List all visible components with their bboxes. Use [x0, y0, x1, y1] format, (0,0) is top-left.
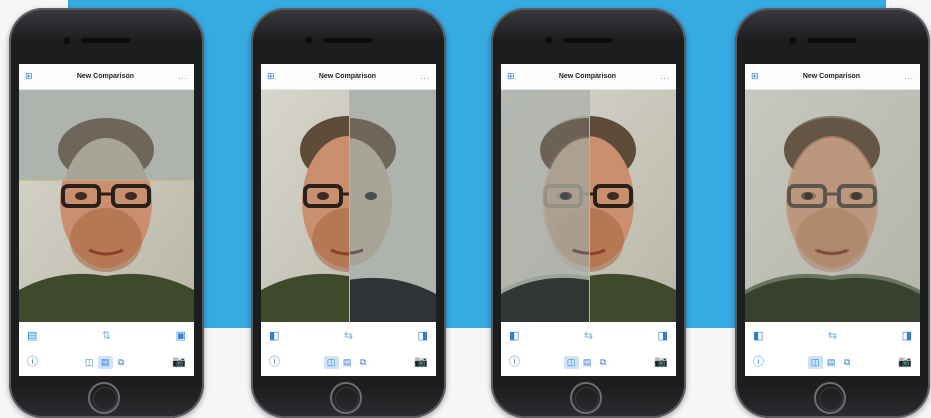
screen: ⊞ New Comparison ... ◧ ⇆ ◨ ⓘ ◫ ▤ ⧉ 📷 [501, 64, 676, 376]
screen: ⊞ New Comparison ... ◧ ⇆ ◨ ⓘ ◫ ▤ ⧉ 📷 [745, 64, 920, 376]
nav-title: New Comparison [558, 73, 617, 80]
comparison-photo[interactable] [19, 90, 194, 322]
navigation-bar: ⊞ New Comparison ... [501, 64, 676, 90]
home-button[interactable] [570, 382, 602, 414]
split-top-icon[interactable]: ▤ [27, 330, 37, 342]
toolbar: ▤ ⇅ ▣ ⓘ ◫ ▤ ⧉ 📷 [19, 322, 194, 376]
mode-vertical-button[interactable]: ◫ [807, 355, 823, 369]
earpiece [563, 38, 613, 43]
home-button[interactable] [330, 382, 362, 414]
split-left-icon[interactable]: ◧ [269, 330, 279, 342]
more-button[interactable]: ... [904, 72, 914, 81]
front-camera [63, 37, 70, 44]
mode-horizontal-button[interactable]: ▤ [580, 356, 595, 369]
screen: ⊞ New Comparison ... ▤ ⇅ ▣ ⓘ ◫ ▤ ⧉ 📷 [19, 64, 194, 376]
nav-title: New Comparison [318, 73, 377, 80]
swap-horizontal-icon[interactable]: ⇆ [828, 330, 837, 342]
swap-horizontal-icon[interactable]: ⇆ [584, 330, 593, 342]
photo-after-overlay [349, 90, 436, 322]
mode-segmented-control: ◫ ▤ ⧉ [323, 355, 371, 369]
camera-icon[interactable]: 📷 [414, 356, 428, 368]
earpiece [807, 38, 857, 43]
front-camera [545, 37, 552, 44]
phone-4: ⊞ New Comparison ... ◧ ⇆ ◨ ⓘ ◫ ▤ ⧉ 📷 [735, 8, 930, 418]
mode-horizontal-button[interactable]: ▤ [340, 356, 355, 369]
phone-3: ⊞ New Comparison ... ◧ ⇆ ◨ ⓘ ◫ ▤ ⧉ 📷 [491, 8, 686, 418]
split-left-icon[interactable]: ◧ [509, 330, 519, 342]
mode-horizontal-button[interactable]: ▤ [97, 355, 113, 369]
grid-icon[interactable]: ⊞ [507, 72, 515, 81]
mode-horizontal-button[interactable]: ▤ [824, 356, 839, 369]
camera-icon[interactable]: 📷 [654, 356, 668, 368]
comparison-photo[interactable] [261, 90, 436, 322]
split-bottom-icon[interactable]: ▣ [176, 330, 186, 342]
info-icon[interactable]: ⓘ [269, 356, 280, 368]
split-right-icon[interactable]: ◨ [658, 330, 668, 342]
more-button[interactable]: ... [178, 72, 188, 81]
toolbar: ◧ ⇆ ◨ ⓘ ◫ ▤ ⧉ 📷 [745, 322, 920, 376]
split-left-icon[interactable]: ◧ [753, 330, 763, 342]
front-camera [789, 37, 796, 44]
home-button[interactable] [814, 382, 846, 414]
mode-vertical-button[interactable]: ◫ [323, 355, 339, 369]
mode-segmented-control: ◫ ▤ ⧉ [82, 355, 129, 369]
comparison-photo[interactable] [501, 90, 676, 322]
swap-horizontal-icon[interactable]: ⇆ [344, 330, 353, 342]
photo-after-overlay [745, 90, 920, 322]
camera-icon[interactable]: 📷 [172, 356, 186, 368]
phone-2: ⊞ New Comparison ... ◧ ⇆ ◨ ⓘ ◫ ▤ ⧉ 📷 [251, 8, 446, 418]
photo-after-overlay [501, 90, 589, 322]
split-right-icon[interactable]: ◨ [418, 330, 428, 342]
mode-overlay-button[interactable]: ⧉ [114, 356, 129, 369]
nav-title: New Comparison [802, 73, 861, 80]
more-button[interactable]: ... [420, 72, 430, 81]
screen: ⊞ New Comparison ... ◧ ⇆ ◨ ⓘ ◫ ▤ ⧉ 📷 [261, 64, 436, 376]
nav-title: New Comparison [76, 73, 135, 80]
earpiece [81, 38, 131, 43]
comparison-photo[interactable] [745, 90, 920, 322]
front-camera [305, 37, 312, 44]
toolbar: ◧ ⇆ ◨ ⓘ ◫ ▤ ⧉ 📷 [261, 322, 436, 376]
info-icon[interactable]: ⓘ [27, 356, 38, 368]
grid-icon[interactable]: ⊞ [751, 72, 759, 81]
grid-icon[interactable]: ⊞ [25, 72, 33, 81]
mode-overlay-button[interactable]: ⧉ [356, 356, 371, 369]
info-icon[interactable]: ⓘ [509, 356, 520, 368]
split-divider[interactable] [349, 90, 350, 322]
mode-segmented-control: ◫ ▤ ⧉ [807, 355, 855, 369]
split-divider[interactable] [19, 180, 194, 181]
split-divider[interactable] [589, 90, 590, 322]
toolbar: ◧ ⇆ ◨ ⓘ ◫ ▤ ⧉ 📷 [501, 322, 676, 376]
photo-after-overlay [19, 90, 194, 180]
navigation-bar: ⊞ New Comparison ... [261, 64, 436, 90]
mode-overlay-button[interactable]: ⧉ [840, 356, 855, 369]
more-button[interactable]: ... [660, 72, 670, 81]
split-right-icon[interactable]: ◨ [902, 330, 912, 342]
home-button[interactable] [88, 382, 120, 414]
earpiece [323, 38, 373, 43]
grid-icon[interactable]: ⊞ [267, 72, 275, 81]
phone-1: ⊞ New Comparison ... ▤ ⇅ ▣ ⓘ ◫ ▤ ⧉ 📷 [9, 8, 204, 418]
mode-vertical-button[interactable]: ◫ [563, 355, 579, 369]
mode-vertical-button[interactable]: ◫ [82, 356, 97, 369]
navigation-bar: ⊞ New Comparison ... [19, 64, 194, 90]
mode-segmented-control: ◫ ▤ ⧉ [563, 355, 611, 369]
camera-icon[interactable]: 📷 [898, 356, 912, 368]
swap-vertical-icon[interactable]: ⇅ [102, 330, 111, 342]
info-icon[interactable]: ⓘ [753, 356, 764, 368]
mode-overlay-button[interactable]: ⧉ [596, 356, 611, 369]
navigation-bar: ⊞ New Comparison ... [745, 64, 920, 90]
